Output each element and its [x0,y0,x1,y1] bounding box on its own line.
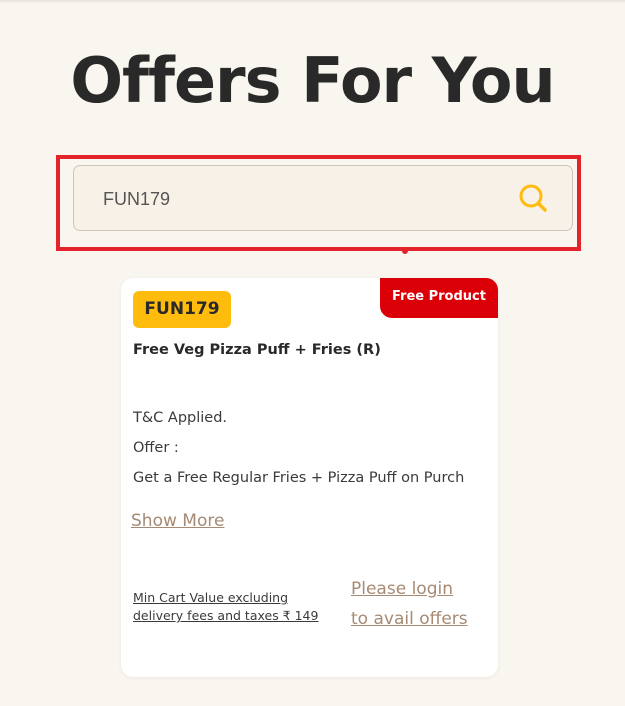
search-icon[interactable] [518,183,548,213]
login-to-avail-link[interactable]: Please login to avail offers [351,574,491,634]
offer-code-badge: FUN179 [133,291,231,328]
min-cart-value: Min Cart Value excluding delivery fees a… [133,589,343,625]
offer-label: Offer : [133,440,179,456]
offer-description: Get a Free Regular Fries + Pizza Puff on… [133,470,465,486]
min-cart-line-1: Min Cart Value excluding [133,590,289,605]
min-cart-line-2: delivery fees and taxes ₹ 149 [133,608,319,623]
header-shadow [0,0,625,4]
page-title: Offers For You [70,44,555,117]
login-line-1[interactable]: Please login [351,574,491,604]
highlight-pointer [402,248,408,254]
offer-type-tag: Free Product [380,278,498,318]
offer-terms: T&C Applied. [133,410,228,426]
offer-title: Free Veg Pizza Puff + Fries (R) [133,342,381,358]
search-input[interactable] [103,186,503,212]
offer-card: Free Product FUN179 Free Veg Pizza Puff … [121,278,498,677]
login-line-2[interactable]: to avail offers [351,604,491,634]
search-box[interactable] [73,165,573,231]
show-more-link[interactable]: Show More [131,511,224,531]
